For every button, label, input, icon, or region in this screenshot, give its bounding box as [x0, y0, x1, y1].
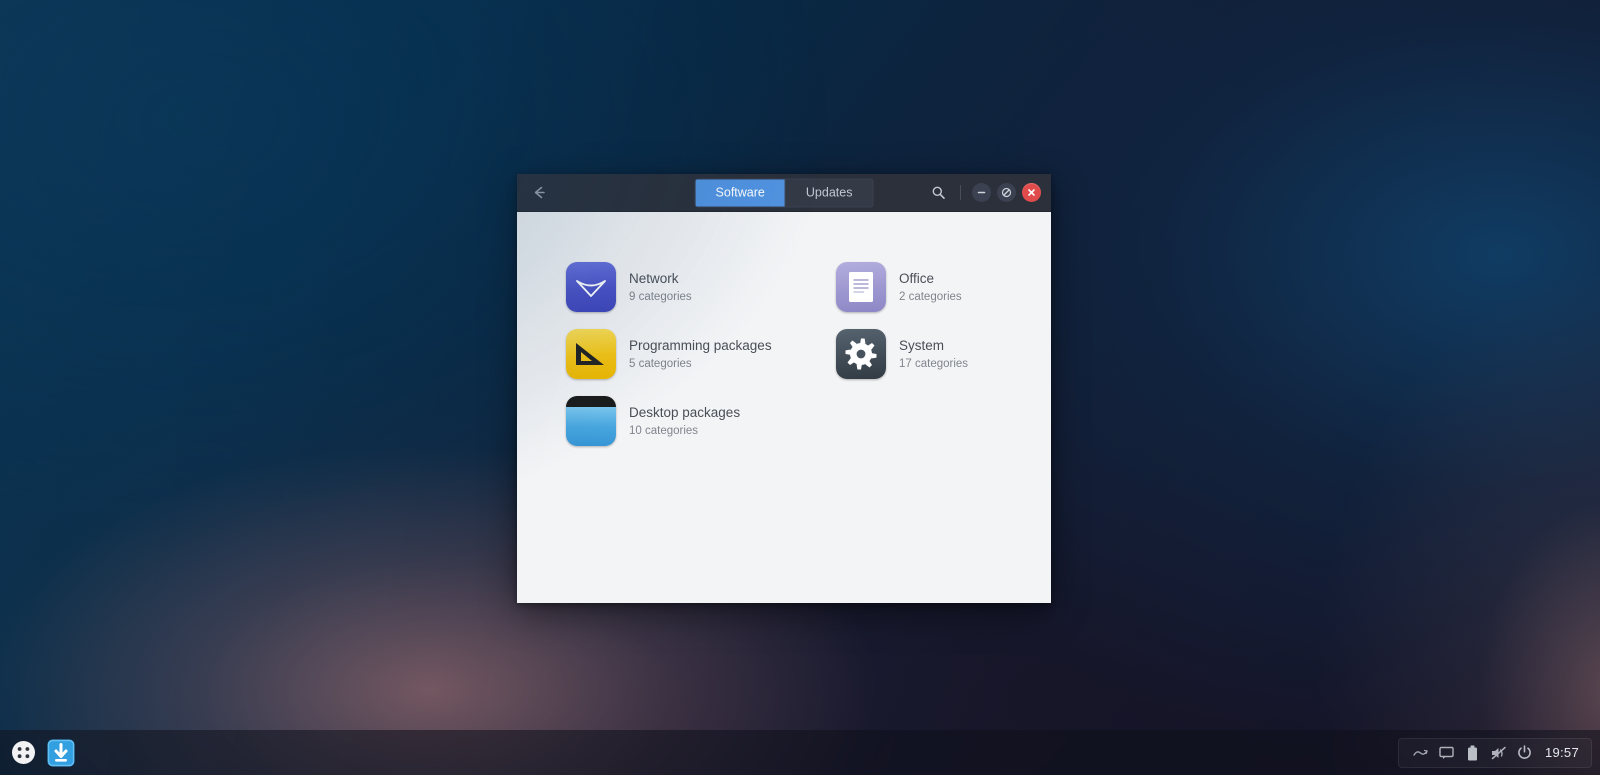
- system-tray: 19:57: [1397, 737, 1592, 768]
- minimize-icon: [977, 191, 986, 194]
- category-item-desktop-packages[interactable]: Desktop packages 10 categories: [562, 394, 832, 448]
- category-text: Programming packages 5 categories: [629, 338, 772, 371]
- clock[interactable]: 19:57: [1545, 745, 1579, 760]
- power-icon[interactable]: [1517, 745, 1533, 761]
- tab-updates[interactable]: Updates: [786, 179, 873, 206]
- tab-software[interactable]: Software: [695, 179, 786, 206]
- window-titlebar: Software Updates: [517, 174, 1051, 212]
- set-square-glyph: [566, 329, 616, 379]
- download-arrow-icon: [47, 739, 75, 766]
- arrow-left-icon: [534, 186, 545, 199]
- category-grid: Network 9 categories Office 2 categories…: [517, 260, 1051, 448]
- category-subtitle: 9 categories: [629, 290, 692, 303]
- gear-glyph: [836, 329, 886, 379]
- category-text: Office 2 categories: [899, 271, 962, 304]
- wifi-glyph: [566, 262, 616, 312]
- category-subtitle: 2 categories: [899, 290, 962, 303]
- category-title: Office: [899, 270, 935, 286]
- category-text: Network 9 categories: [629, 271, 692, 304]
- category-title: Network: [629, 270, 679, 286]
- gear-icon: [836, 329, 886, 379]
- chat-icon[interactable]: [1439, 745, 1455, 761]
- titlebar-controls: [925, 180, 1051, 206]
- category-text: System 17 categories: [899, 338, 968, 371]
- titlebar-divider: [960, 185, 961, 200]
- category-item-system[interactable]: System 17 categories: [832, 327, 1051, 381]
- category-text: Desktop packages 10 categories: [629, 405, 740, 438]
- category-subtitle: 17 categories: [899, 357, 969, 370]
- search-button[interactable]: [925, 180, 951, 206]
- search-icon: [932, 186, 945, 199]
- grid-dots-icon: [11, 741, 35, 764]
- network-icon[interactable]: [1413, 745, 1429, 761]
- battery-icon[interactable]: [1465, 745, 1481, 761]
- taskbar: 19:57: [0, 730, 1600, 775]
- category-item-network[interactable]: Network 9 categories: [562, 260, 832, 314]
- close-button[interactable]: [1022, 183, 1041, 202]
- category-title: System: [899, 337, 945, 353]
- set-square-icon: [566, 329, 616, 379]
- document-icon: [836, 262, 886, 312]
- wifi-icon: [566, 262, 616, 312]
- category-title: Desktop packages: [629, 404, 741, 420]
- category-item-programming-packages[interactable]: Programming packages 5 categories: [562, 327, 832, 381]
- maximize-button[interactable]: [997, 183, 1016, 202]
- minimize-button[interactable]: [972, 183, 991, 202]
- app-menu-button[interactable]: [8, 738, 38, 768]
- category-subtitle: 5 categories: [629, 357, 692, 370]
- document-glyph: [836, 262, 886, 312]
- software-manager-launcher[interactable]: [46, 738, 76, 768]
- category-title: Programming packages: [629, 337, 772, 353]
- category-item-office[interactable]: Office 2 categories: [832, 260, 1051, 314]
- window-body: Network 9 categories Office 2 categories…: [517, 212, 1051, 603]
- taskbar-launchers: [0, 738, 76, 768]
- back-button[interactable]: [517, 174, 561, 212]
- view-tabs: Software Updates: [694, 178, 874, 207]
- maximize-icon: [1001, 187, 1012, 198]
- software-manager-window: Software Updates Network 9 categories Of…: [517, 174, 1051, 603]
- volume-muted-icon[interactable]: [1491, 745, 1507, 761]
- category-subtitle: 10 categories: [629, 424, 699, 437]
- desktop: Software Updates Network 9 categories Of…: [0, 0, 1600, 775]
- close-icon: [1028, 189, 1035, 196]
- window-icon: [566, 396, 616, 446]
